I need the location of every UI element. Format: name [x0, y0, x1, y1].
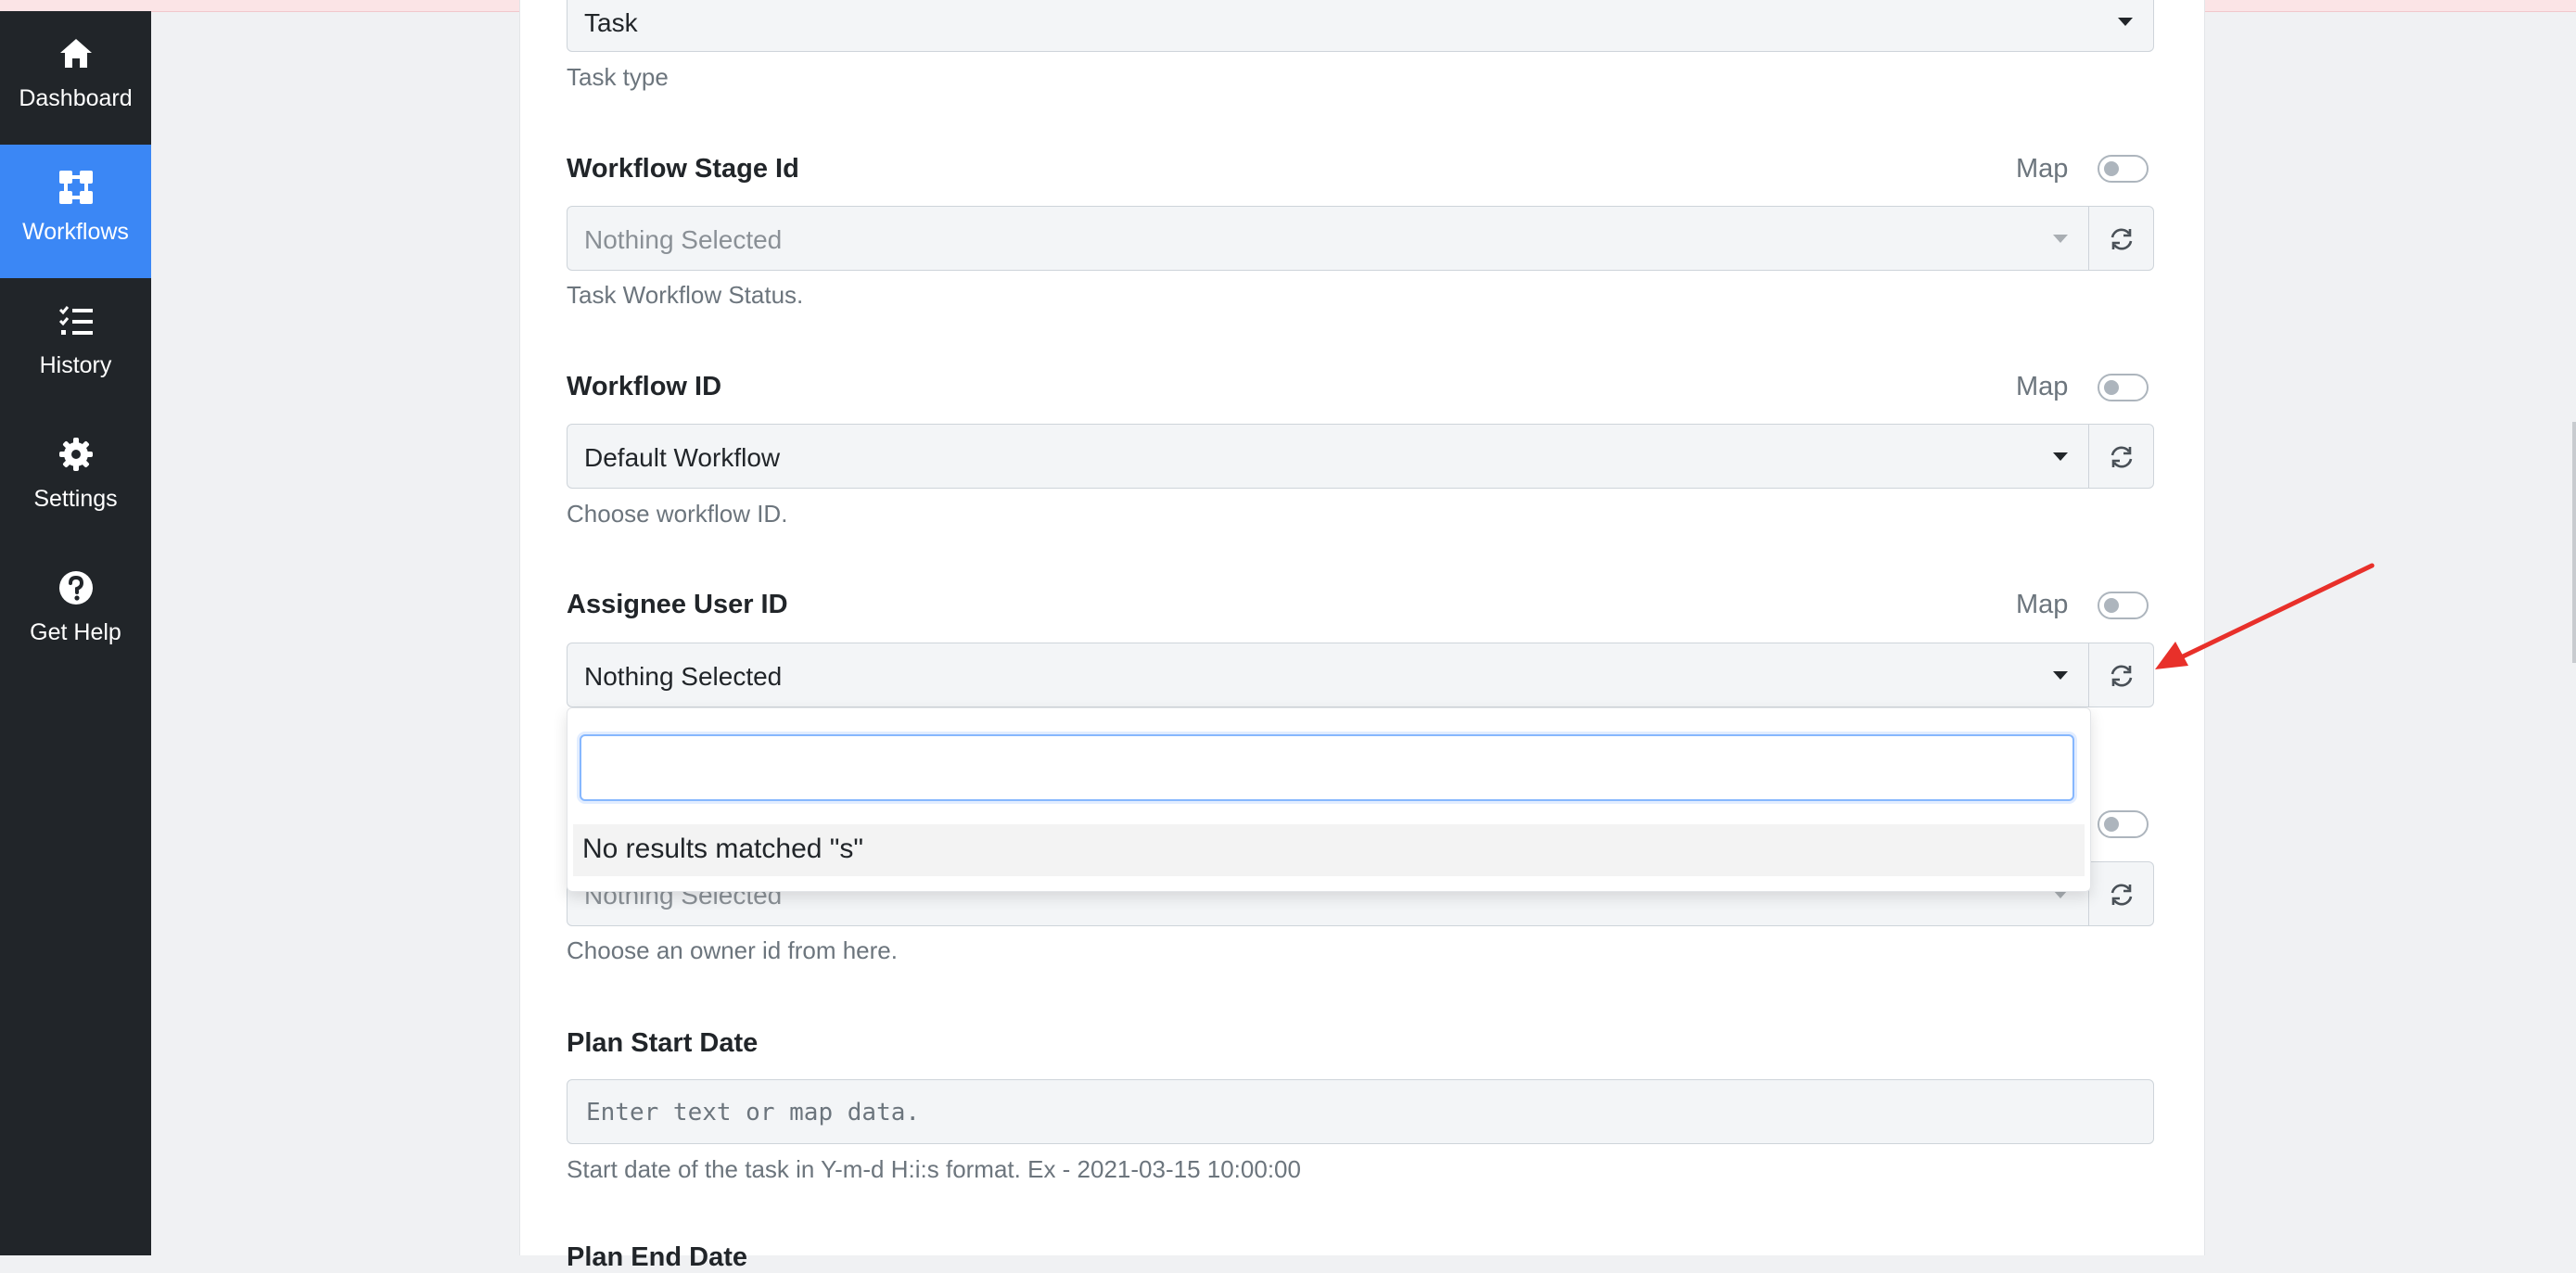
workflow-icon [58, 171, 93, 204]
plan-start-label: Plan Start Date [567, 1028, 759, 1058]
assignee-dropdown: No results matched "s" [567, 707, 2091, 892]
map-label: Map [2016, 590, 2069, 619]
toggle-knob [2104, 161, 2119, 176]
owner-help: Choose an owner id from here. [567, 936, 898, 964]
annotation-arrow-icon [2155, 563, 2375, 669]
dropdown-search-input[interactable] [580, 734, 2074, 801]
refresh-button-workflow-id[interactable] [2089, 424, 2154, 489]
chevron-down-icon [2053, 235, 2068, 243]
refresh-button-workflow-stage[interactable] [2089, 206, 2154, 271]
sidebar-item-label: History [39, 352, 112, 378]
map-label: Map [2016, 372, 2069, 401]
plan-end-label: Plan End Date [567, 1242, 747, 1272]
toggle-knob [2104, 817, 2119, 832]
refresh-icon [2111, 884, 2133, 906]
sidebar-item-dashboard[interactable]: Dashboard [0, 11, 151, 145]
task-type-select[interactable]: Task [567, 0, 2154, 52]
sidebar-item-label: Workflows [22, 219, 129, 245]
no-results-text: No results matched "s" [582, 834, 864, 864]
question-circle-icon [58, 571, 93, 605]
select-value: Task [584, 8, 638, 37]
sidebar-item-label: Get Help [30, 619, 121, 645]
sidebar-item-workflows[interactable]: Workflows [0, 145, 151, 278]
refresh-icon [2111, 446, 2133, 468]
sidebar-item-label: Dashboard [19, 85, 133, 111]
select-value: Nothing Selected [584, 225, 783, 254]
map-toggle-workflow-id[interactable] [2098, 374, 2149, 401]
assignee-select[interactable]: Nothing Selected [567, 643, 2089, 707]
map-toggle-owner[interactable] [2098, 810, 2149, 838]
assignee-label: Assignee User ID [567, 590, 788, 619]
refresh-icon [2111, 228, 2133, 250]
plan-start-help: Start date of the task in Y-m-d H:i:s fo… [567, 1155, 1301, 1183]
chevron-down-icon [2118, 18, 2133, 26]
sidebar-item-settings[interactable]: Settings [0, 412, 151, 545]
toggle-knob [2104, 380, 2119, 395]
sidebar-item-get-help[interactable]: Get Help [0, 545, 151, 679]
workflow-id-label: Workflow ID [567, 372, 722, 401]
chevron-down-icon [2053, 452, 2068, 461]
map-label: Map [2016, 154, 2069, 184]
gear-icon [58, 438, 93, 471]
task-type-help: Task type [567, 63, 669, 91]
refresh-icon [2111, 665, 2133, 687]
workflow-id-help: Choose workflow ID. [567, 500, 788, 528]
toggle-knob [2104, 598, 2119, 613]
sidebar-item-history[interactable]: History [0, 278, 151, 412]
scrollbar-thumb[interactable] [2572, 422, 2576, 663]
no-results-item: No results matched "s" [573, 824, 2085, 876]
workflow-id-select[interactable]: Default Workflow [567, 424, 2089, 489]
chevron-down-icon [2053, 671, 2068, 680]
workflow-stage-label: Workflow Stage Id [567, 154, 799, 184]
sidebar-item-label: Settings [33, 486, 118, 512]
map-toggle-assignee[interactable] [2098, 592, 2149, 619]
map-toggle-workflow-stage[interactable] [2098, 155, 2149, 183]
select-value: Nothing Selected [584, 662, 783, 691]
sidebar: Dashboard Workflows History Settings Get… [0, 11, 151, 1255]
form-card [519, 0, 2205, 1255]
checklist-icon [58, 306, 93, 335]
plan-start-input[interactable]: Enter text or map data. [567, 1079, 2154, 1144]
workflow-stage-help: Task Workflow Status. [567, 281, 804, 309]
input-placeholder: Enter text or map data. [586, 1099, 921, 1127]
refresh-button-owner[interactable] [2089, 861, 2154, 926]
workflow-stage-select[interactable]: Nothing Selected [567, 206, 2089, 271]
home-icon [59, 39, 92, 68]
select-value: Default Workflow [584, 443, 781, 472]
